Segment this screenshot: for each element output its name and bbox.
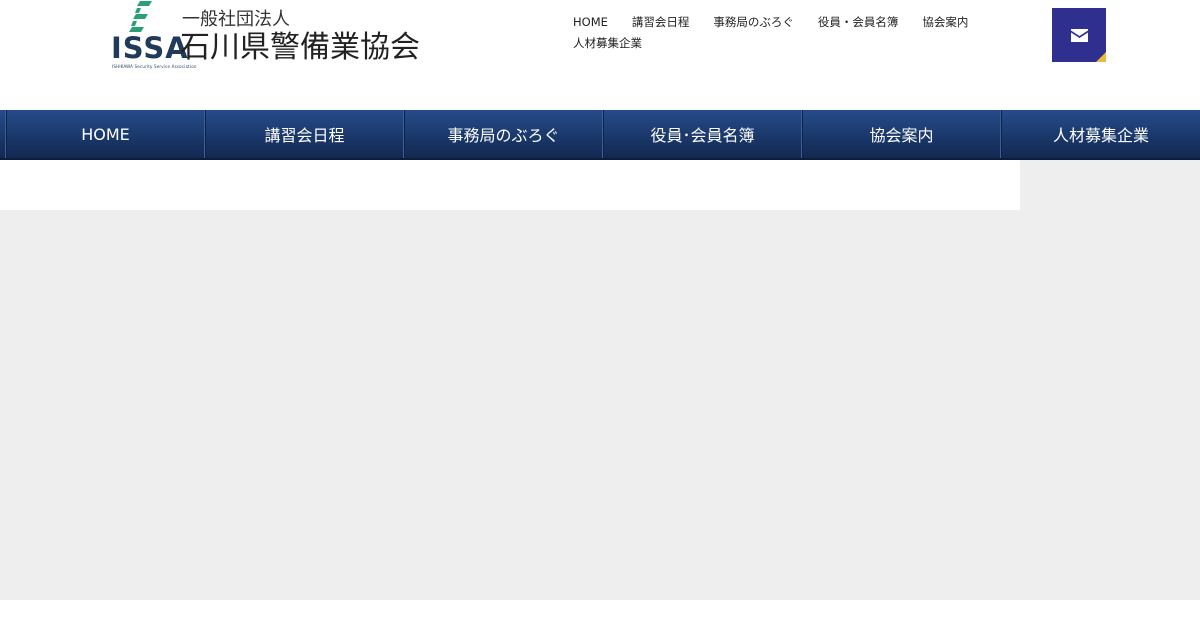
logo-title: 石川県警備業協会	[180, 30, 420, 65]
main-navigation: HOME 講習会日程 事務局のぶろぐ 役員･会員名簿 協会案内 人材募集企業	[0, 110, 1200, 160]
top-link-schedule[interactable]: 講習会日程	[632, 14, 690, 30]
top-links: HOME 講習会日程 事務局のぶろぐ 役員・会員名簿 協会案内 人材募集企業	[573, 14, 1013, 51]
footer-strip	[0, 600, 1200, 632]
logo-issa-text: ISSA	[111, 31, 189, 65]
logo-subtitle: 一般社団法人	[182, 9, 290, 30]
site-logo[interactable]: ISSA ISHIKAWA Security Service Associati…	[110, 0, 420, 72]
main-content-top	[0, 160, 1020, 210]
nav-item-schedule[interactable]: 講習会日程	[204, 110, 404, 158]
top-link-members[interactable]: 役員・会員名簿	[818, 14, 899, 30]
top-link-about[interactable]: 協会案内	[922, 14, 968, 30]
top-link-home[interactable]: HOME	[573, 14, 608, 30]
nav-item-recruit[interactable]: 人材募集企業	[1000, 110, 1200, 158]
sidebar-top	[1020, 160, 1200, 210]
envelope-icon	[1070, 28, 1088, 42]
nav-item-about[interactable]: 協会案内	[801, 110, 1001, 158]
top-link-blog[interactable]: 事務局のぶろぐ	[713, 14, 794, 30]
top-link-recruit[interactable]: 人材募集企業	[573, 35, 642, 51]
site-header: ISSA ISHIKAWA Security Service Associati…	[0, 0, 1200, 110]
contact-mail-button[interactable]	[1052, 8, 1106, 62]
content-area	[0, 210, 1200, 600]
nav-item-blog[interactable]: 事務局のぶろぐ	[403, 110, 603, 158]
mail-button-corner	[1096, 52, 1106, 62]
nav-item-home[interactable]: HOME	[5, 110, 205, 158]
nav-item-members[interactable]: 役員･会員名簿	[602, 110, 802, 158]
